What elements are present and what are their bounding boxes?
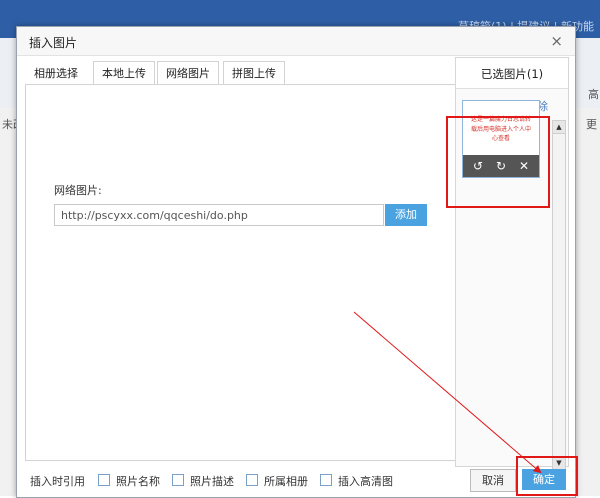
arrow-line: [353, 311, 542, 474]
annotation-arrow: [353, 311, 542, 474]
